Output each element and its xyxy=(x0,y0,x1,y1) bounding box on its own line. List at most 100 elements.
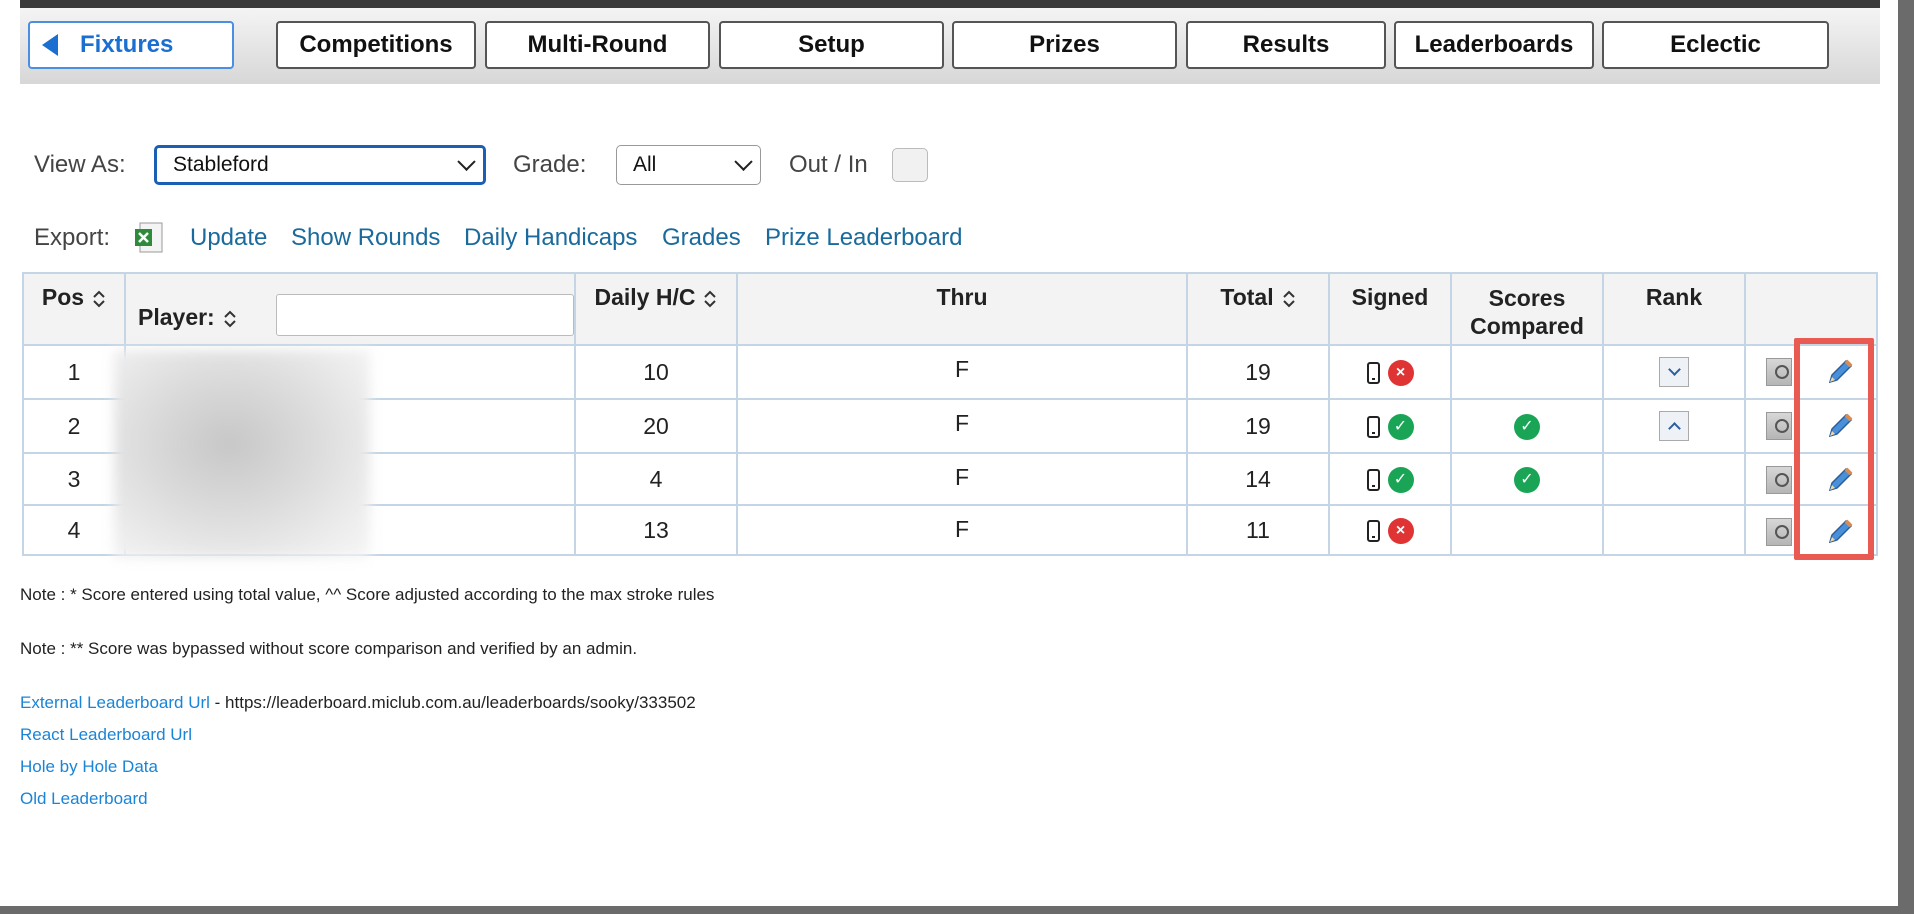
signed-cell: × xyxy=(1328,504,1452,556)
view-as-select[interactable]: Stableford xyxy=(154,145,486,185)
tab-fixtures[interactable]: Fixtures xyxy=(28,21,234,69)
thru-cell: F xyxy=(736,398,1188,454)
external-leaderboard-row: External Leaderboard Url - https://leade… xyxy=(20,693,696,713)
sort-icon xyxy=(93,290,105,308)
check-icon: ✓ xyxy=(1514,466,1540,493)
header-rank-label: Rank xyxy=(1645,284,1703,310)
daily-hc-cell: 4 xyxy=(574,452,738,506)
pos-cell: 3 xyxy=(22,452,126,506)
thru-cell: F xyxy=(736,452,1188,506)
tab-leaderboards[interactable]: Leaderboards xyxy=(1394,21,1594,69)
signed-cell: ✓ xyxy=(1328,452,1452,506)
header-pos-label: Pos xyxy=(41,284,85,310)
edit-column-highlight xyxy=(1794,338,1874,560)
tab-strip: Fixtures Competitions Multi-Round Setup … xyxy=(20,8,1880,84)
tab-competitions[interactable]: Competitions xyxy=(276,21,476,69)
chevron-down-icon xyxy=(457,152,476,171)
player-search-input[interactable] xyxy=(276,294,574,336)
chevron-down-icon xyxy=(734,152,753,171)
tab-label: Setup xyxy=(798,31,865,58)
export-label: Export: xyxy=(34,224,111,251)
out-in-checkbox[interactable] xyxy=(892,148,928,182)
show-rounds-link[interactable]: Show Rounds xyxy=(291,224,440,252)
chevron-up-icon[interactable] xyxy=(1659,411,1689,441)
excel-icon[interactable] xyxy=(134,222,164,254)
header-signed-label: Signed xyxy=(1351,284,1429,310)
header-scores-compared: Scores Compared xyxy=(1450,272,1604,346)
header-scores-compared-label: Scores Compared xyxy=(1470,285,1584,339)
external-leaderboard-url: - https://leaderboard.miclub.com.au/lead… xyxy=(209,693,696,712)
scores-compared-cell xyxy=(1450,344,1604,400)
view-as-label: View As: xyxy=(34,151,126,178)
rank-cell xyxy=(1602,504,1746,556)
total-cell: 11 xyxy=(1186,504,1330,556)
tab-fixtures-label: Fixtures xyxy=(80,31,174,58)
thru-cell: F xyxy=(736,344,1188,400)
update-link[interactable]: Update xyxy=(190,224,267,252)
daily-hc-cell: 10 xyxy=(574,344,738,400)
grade-value: All xyxy=(633,153,657,176)
player-names-redacted xyxy=(114,350,370,558)
tab-eclectic[interactable]: Eclectic xyxy=(1602,21,1829,69)
note-bypassed: Note : ** Score was bypassed without sco… xyxy=(20,639,638,658)
view-scorecard-icon[interactable] xyxy=(1766,358,1792,386)
sort-icon xyxy=(1282,290,1295,308)
header-total-label: Total xyxy=(1220,284,1274,310)
phone-icon xyxy=(1366,519,1380,542)
pos-cell: 1 xyxy=(22,344,126,400)
signed-cell: ✓ xyxy=(1328,398,1452,454)
phone-icon xyxy=(1366,468,1380,491)
tab-label: Competitions xyxy=(299,31,453,58)
react-leaderboard-link[interactable]: React Leaderboard Url xyxy=(20,725,192,745)
header-rank: Rank xyxy=(1602,272,1746,346)
header-daily-hc-label: Daily H/C xyxy=(594,284,696,310)
external-leaderboard-link[interactable]: External Leaderboard Url xyxy=(20,693,210,712)
header-pos[interactable]: Pos xyxy=(22,272,126,346)
prize-leaderboard-link[interactable]: Prize Leaderboard xyxy=(765,224,962,252)
header-signed: Signed xyxy=(1328,272,1452,346)
phone-icon xyxy=(1366,415,1380,438)
tab-results[interactable]: Results xyxy=(1186,21,1386,69)
tab-prizes[interactable]: Prizes xyxy=(952,21,1177,69)
signed-cell: × xyxy=(1328,344,1452,400)
phone-icon xyxy=(1366,361,1380,384)
header-player-label: Player: xyxy=(138,304,215,330)
rank-cell xyxy=(1602,452,1746,506)
daily-handicaps-link[interactable]: Daily Handicaps xyxy=(464,224,637,252)
view-scorecard-icon[interactable] xyxy=(1766,466,1792,494)
header-total[interactable]: Total xyxy=(1186,272,1330,346)
cross-icon: × xyxy=(1387,517,1414,544)
tab-setup[interactable]: Setup xyxy=(719,21,944,69)
total-cell: 19 xyxy=(1186,344,1330,400)
old-leaderboard-link[interactable]: Old Leaderboard xyxy=(20,789,148,809)
header-player[interactable]: Player: xyxy=(124,272,576,346)
scores-compared-cell xyxy=(1450,504,1604,556)
check-icon: ✓ xyxy=(1387,466,1414,493)
daily-hc-cell: 20 xyxy=(574,398,738,454)
grade-select[interactable]: All xyxy=(616,145,761,185)
tab-multi-round[interactable]: Multi-Round xyxy=(485,21,710,69)
header-actions xyxy=(1744,272,1878,346)
scores-compared-cell: ✓ xyxy=(1450,452,1604,506)
check-icon: ✓ xyxy=(1514,413,1540,440)
header-thru-label: Thru xyxy=(936,284,988,310)
top-dark-bar xyxy=(20,0,1880,8)
hole-by-hole-link[interactable]: Hole by Hole Data xyxy=(20,757,158,777)
thru-cell: F xyxy=(736,504,1188,556)
header-daily-hc[interactable]: Daily H/C xyxy=(574,272,738,346)
view-scorecard-icon[interactable] xyxy=(1766,518,1792,546)
check-icon: ✓ xyxy=(1387,413,1414,440)
pos-cell: 4 xyxy=(22,504,126,556)
window-edge xyxy=(1898,0,1914,914)
rank-cell xyxy=(1602,344,1746,400)
view-as-value: Stableford xyxy=(173,153,269,176)
sort-icon xyxy=(224,310,236,328)
header-thru: Thru xyxy=(736,272,1188,346)
tab-label: Eclectic xyxy=(1670,31,1761,58)
note-total-value: Note : * Score entered using total value… xyxy=(20,585,715,604)
grades-link[interactable]: Grades xyxy=(662,224,741,252)
chevron-down-icon[interactable] xyxy=(1659,357,1689,387)
back-triangle-icon xyxy=(42,34,58,56)
tab-label: Prizes xyxy=(1029,31,1100,58)
view-scorecard-icon[interactable] xyxy=(1766,412,1792,440)
